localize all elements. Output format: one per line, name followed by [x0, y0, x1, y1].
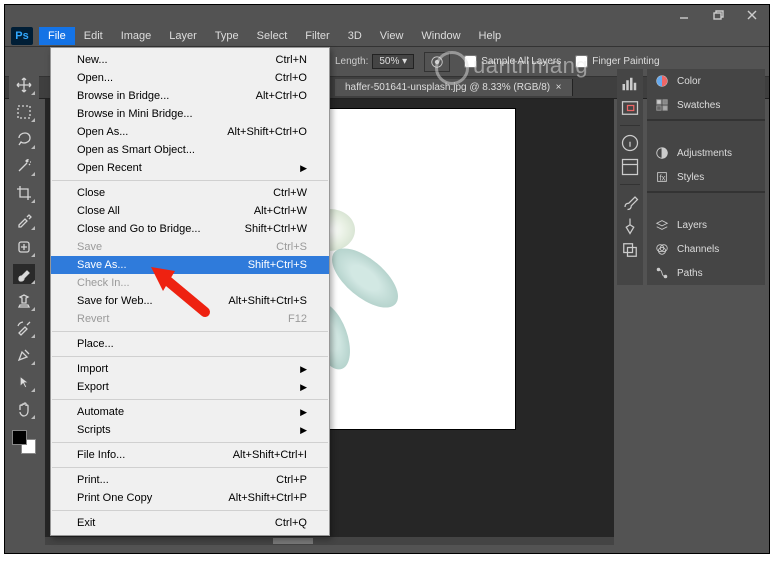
menu-view[interactable]: View: [371, 27, 413, 45]
pen-tool[interactable]: [13, 345, 35, 365]
eyedropper-tool[interactable]: [13, 210, 35, 230]
length-label: Length:: [335, 56, 368, 67]
info-icon[interactable]: [620, 134, 640, 152]
menubar: Ps FileEditImageLayerTypeSelectFilter3DV…: [5, 25, 769, 47]
tool-palette: [9, 69, 39, 460]
file-menu-close-all[interactable]: Close AllAlt+Ctrl+W: [51, 202, 329, 220]
marquee-tool[interactable]: [13, 102, 35, 122]
file-menu-place[interactable]: Place...: [51, 335, 329, 353]
file-menu-browse-in-bridge[interactable]: Browse in Bridge...Alt+Ctrl+O: [51, 87, 329, 105]
menu-layer[interactable]: Layer: [160, 27, 206, 45]
file-menu-print[interactable]: Print...Ctrl+P: [51, 471, 329, 489]
panel-list: Color Swatches Adjustments fxStyles Laye…: [647, 69, 765, 285]
horizontal-scrollbar[interactable]: [45, 537, 614, 545]
menu-image[interactable]: Image: [112, 27, 161, 45]
clone-stamp-tool[interactable]: [13, 291, 35, 311]
menu-filter[interactable]: Filter: [296, 27, 338, 45]
lasso-tool[interactable]: [13, 129, 35, 149]
hand-tool[interactable]: [13, 399, 35, 419]
paths-panel-tab[interactable]: Paths: [647, 261, 765, 285]
file-menu-export[interactable]: Export▶: [51, 378, 329, 396]
titlebar: [5, 5, 769, 25]
magic-wand-tool[interactable]: [13, 156, 35, 176]
menu-help[interactable]: Help: [470, 27, 511, 45]
file-menu-open[interactable]: Open...Ctrl+O: [51, 69, 329, 87]
history-brush-tool[interactable]: [13, 318, 35, 338]
file-menu-import[interactable]: Import▶: [51, 360, 329, 378]
color-panel-tab[interactable]: Color: [647, 69, 765, 93]
app-window: Ps FileEditImageLayerTypeSelectFilter3DV…: [4, 4, 770, 554]
styles-panel-tab[interactable]: fxStyles: [647, 165, 765, 189]
color-swatches[interactable]: [12, 430, 36, 454]
brushes-icon[interactable]: [620, 193, 640, 211]
file-menu-close-and-go-to-bridge[interactable]: Close and Go to Bridge...Shift+Ctrl+W: [51, 220, 329, 238]
collapsed-panel-strip: [617, 69, 643, 285]
file-menu-scripts[interactable]: Scripts▶: [51, 421, 329, 439]
menu-3d[interactable]: 3D: [339, 27, 371, 45]
crop-tool[interactable]: [13, 183, 35, 203]
adjustments-panel-tab[interactable]: Adjustments: [647, 141, 765, 165]
annotation-arrow: [145, 257, 215, 332]
file-menu-open-as-smart-object[interactable]: Open as Smart Object...: [51, 141, 329, 159]
file-menu-exit[interactable]: ExitCtrl+Q: [51, 514, 329, 532]
swatches-panel-tab[interactable]: Swatches: [647, 93, 765, 117]
histogram-icon[interactable]: [620, 75, 640, 93]
menu-file[interactable]: File: [39, 27, 75, 45]
channels-panel-tab[interactable]: Channels: [647, 237, 765, 261]
file-menu-close[interactable]: CloseCtrl+W: [51, 184, 329, 202]
brush-presets-icon[interactable]: [620, 217, 640, 235]
healing-brush-tool[interactable]: [13, 237, 35, 257]
menu-edit[interactable]: Edit: [75, 27, 112, 45]
window-minimize-button[interactable]: [667, 6, 701, 24]
menu-type[interactable]: Type: [206, 27, 248, 45]
file-menu-print-one-copy[interactable]: Print One CopyAlt+Shift+Ctrl+P: [51, 489, 329, 507]
menu-window[interactable]: Window: [412, 27, 469, 45]
properties-icon[interactable]: [620, 158, 640, 176]
move-tool[interactable]: [13, 75, 35, 95]
menu-select[interactable]: Select: [248, 27, 297, 45]
ps-logo: Ps: [11, 27, 33, 45]
file-menu-open-as[interactable]: Open As...Alt+Shift+Ctrl+O: [51, 123, 329, 141]
clone-source-icon[interactable]: [620, 241, 640, 259]
file-menu-save: SaveCtrl+S: [51, 238, 329, 256]
file-menu-open-recent[interactable]: Open Recent▶: [51, 159, 329, 177]
file-menu-automate[interactable]: Automate▶: [51, 403, 329, 421]
navigator-icon[interactable]: [620, 99, 640, 117]
layers-panel-tab[interactable]: Layers: [647, 213, 765, 237]
brush-tool[interactable]: [13, 264, 35, 284]
window-close-button[interactable]: [735, 6, 769, 24]
length-field[interactable]: 50% ▾: [372, 54, 414, 69]
file-menu-file-info[interactable]: File Info...Alt+Shift+Ctrl+I: [51, 446, 329, 464]
file-menu-new[interactable]: New...Ctrl+N: [51, 51, 329, 69]
path-select-tool[interactable]: [13, 372, 35, 392]
svg-text:fx: fx: [659, 174, 665, 183]
window-restore-button[interactable]: [701, 6, 735, 24]
file-menu-browse-in-mini-bridge[interactable]: Browse in Mini Bridge...: [51, 105, 329, 123]
right-dock: Color Swatches Adjustments fxStyles Laye…: [617, 69, 765, 285]
